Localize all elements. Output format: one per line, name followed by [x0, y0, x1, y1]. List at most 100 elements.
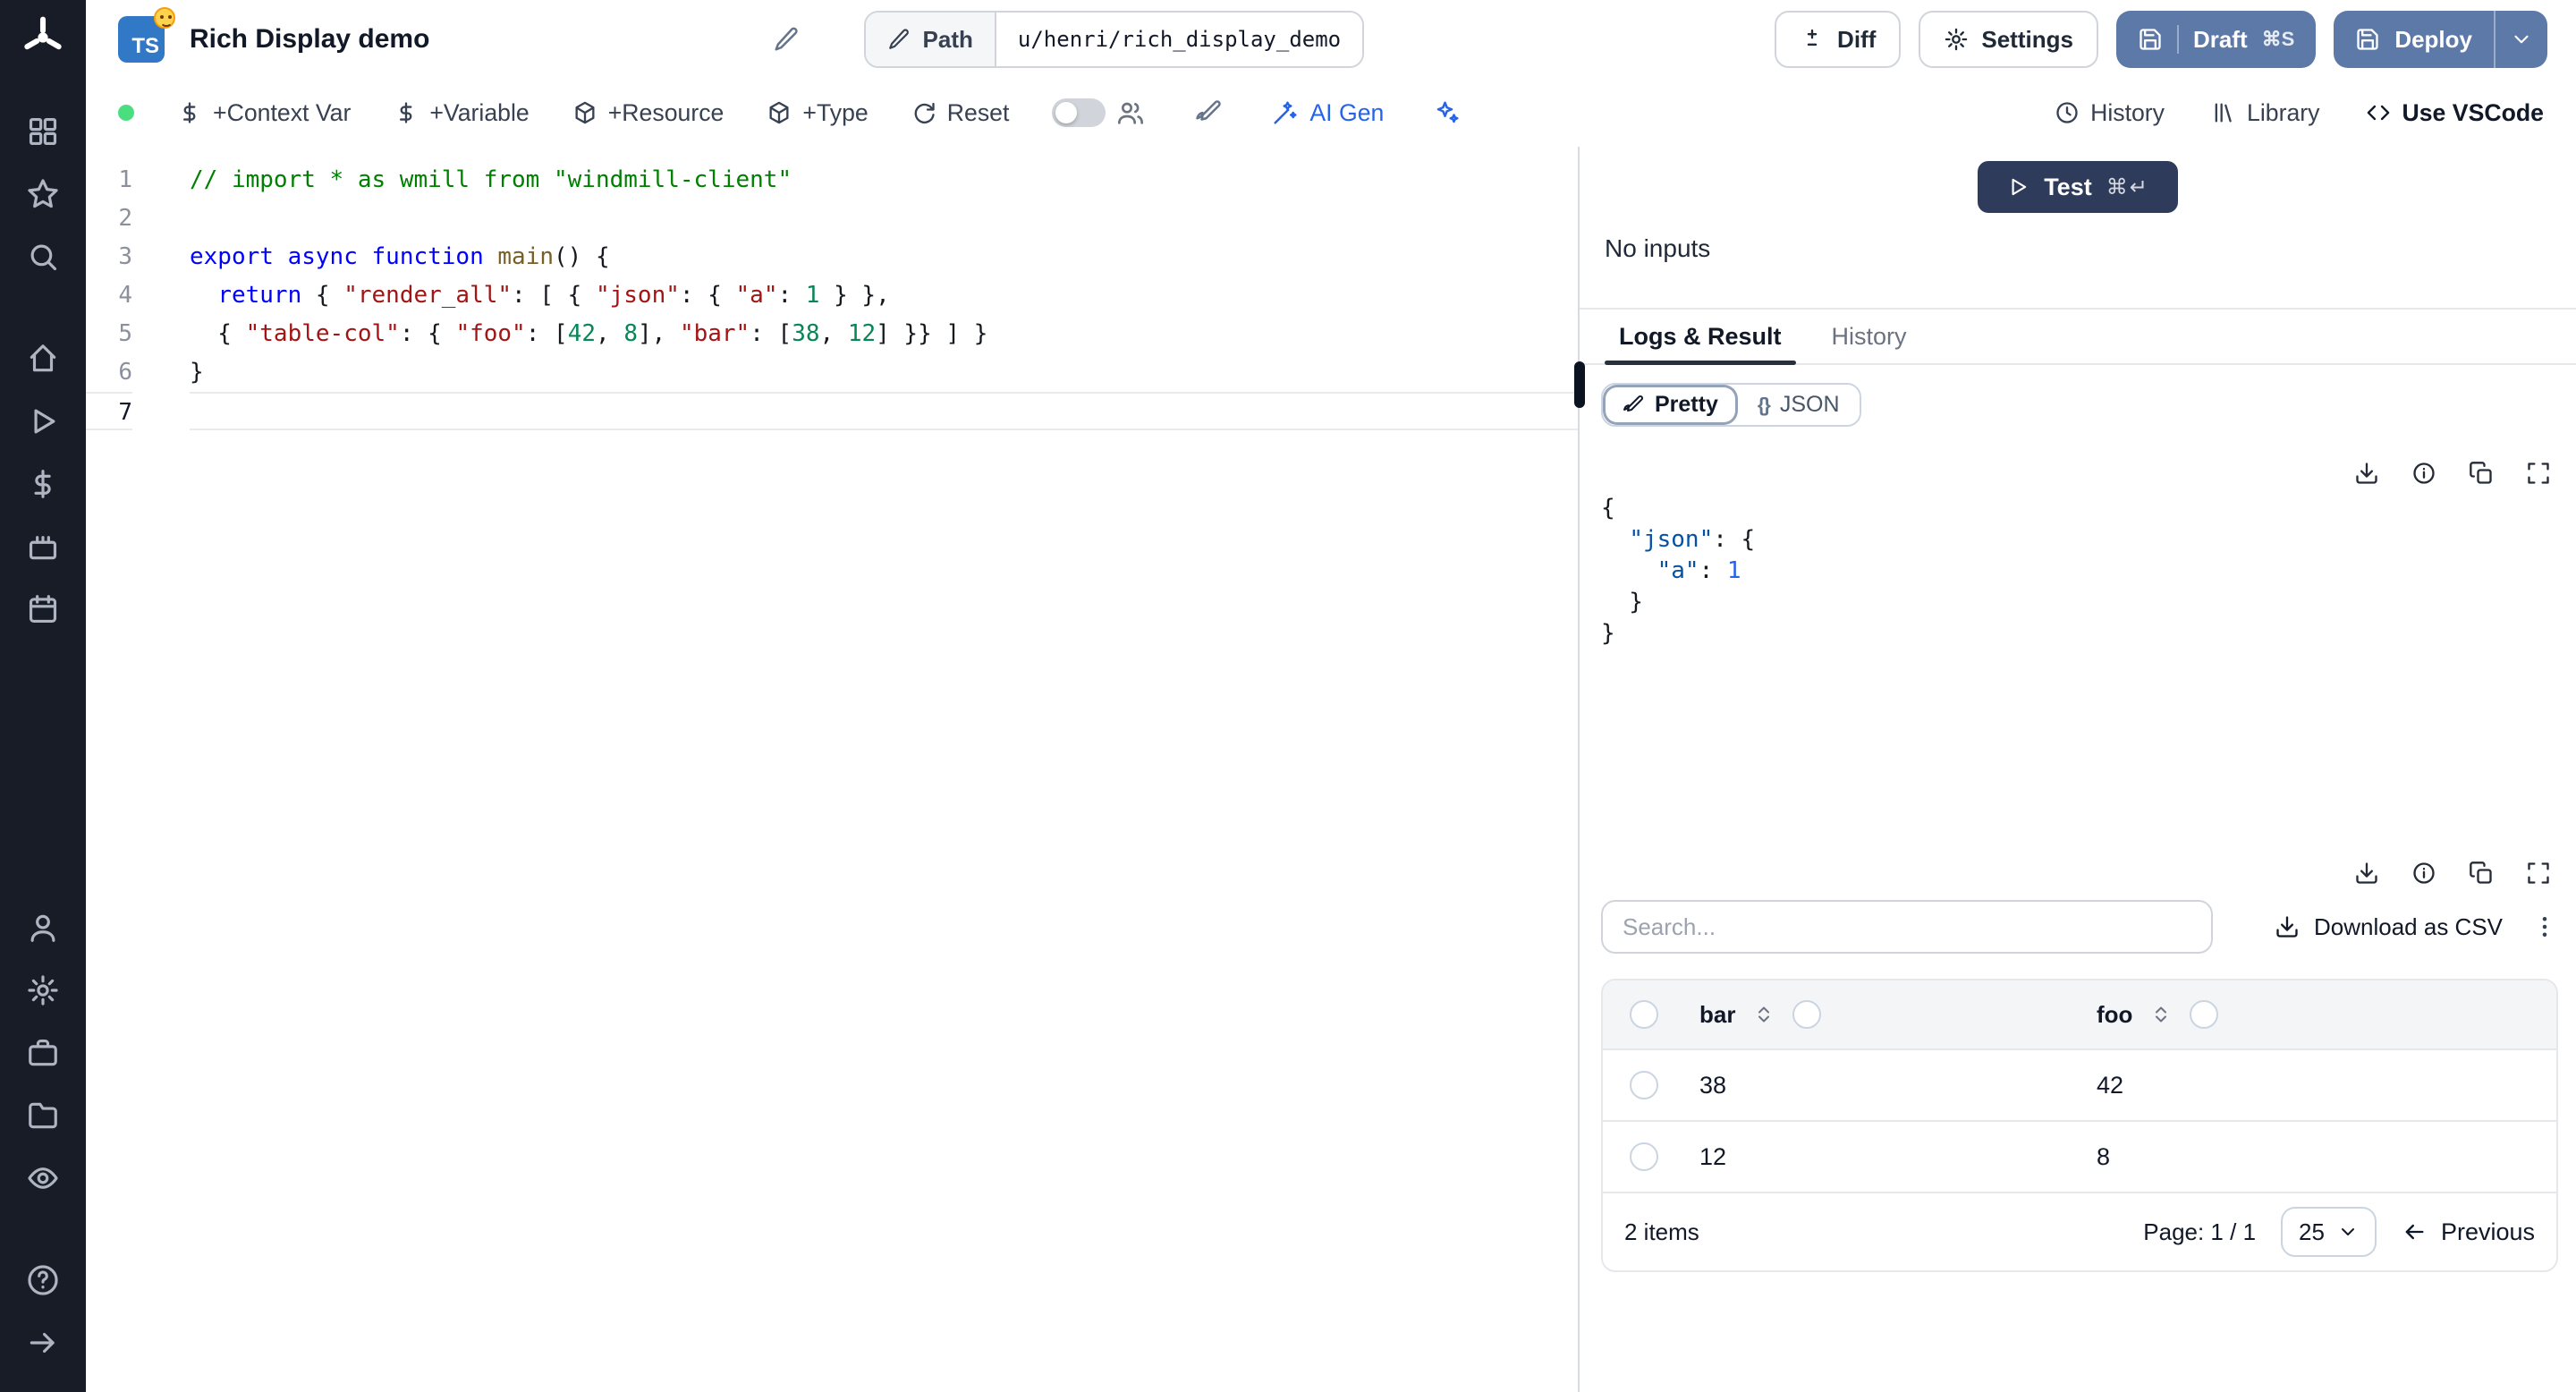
- variables-dollar-icon[interactable]: [0, 453, 86, 515]
- ai-gen-label: AI Gen: [1309, 98, 1385, 126]
- pencil-icon: [888, 29, 909, 49]
- dollar-icon: [183, 102, 196, 123]
- info-table-button[interactable]: [2411, 861, 2436, 886]
- kebab-icon: [2542, 917, 2547, 937]
- table-menu-button[interactable]: [2531, 913, 2558, 940]
- test-button[interactable]: Test ⌘↵: [1978, 161, 2178, 213]
- previous-page-button[interactable]: Previous: [2402, 1218, 2535, 1246]
- edit-path-button[interactable]: Path: [865, 13, 996, 66]
- items-count: 2 items: [1624, 1218, 1699, 1245]
- select-all-checkbox[interactable]: [1630, 1000, 1658, 1029]
- workers-briefcase-icon[interactable]: [0, 1022, 86, 1084]
- resources-brick-icon[interactable]: [0, 515, 86, 578]
- add-variable-button[interactable]: +Variable: [394, 98, 530, 127]
- dollar-icon: [400, 102, 412, 123]
- windmill-logo-icon[interactable]: [20, 14, 66, 61]
- expand-sidebar-arrow-icon[interactable]: [0, 1311, 86, 1374]
- folders-icon[interactable]: [0, 1084, 86, 1147]
- use-vscode-button[interactable]: Use VSCode: [2366, 99, 2544, 127]
- tab-history[interactable]: History: [1807, 310, 1932, 363]
- settings-button[interactable]: Settings: [1919, 11, 2098, 68]
- code-line: { "table-col": { "foo": [42, 8], "bar": …: [190, 320, 988, 347]
- history-button[interactable]: History: [2055, 99, 2165, 127]
- json-toggle[interactable]: { } JSON: [1737, 385, 1860, 425]
- search-icon[interactable]: [0, 225, 86, 288]
- row-checkbox[interactable]: [1630, 1071, 1658, 1099]
- table-footer: 2 items Page: 1 / 1 25 Previous: [1603, 1192, 2556, 1270]
- download-table-button[interactable]: [2354, 861, 2379, 886]
- column-foo-checkbox[interactable]: [2190, 1000, 2219, 1029]
- library-button[interactable]: Library: [2211, 99, 2319, 127]
- path-value[interactable]: u/henri/rich_display_demo: [996, 13, 1363, 66]
- audit-eye-icon[interactable]: [0, 1147, 86, 1210]
- add-resource-button[interactable]: +Resource: [572, 99, 724, 127]
- deploy-label: Deploy: [2394, 25, 2472, 53]
- tab-logs-result[interactable]: Logs & Result: [1594, 310, 1807, 365]
- deploy-button[interactable]: Deploy: [2334, 11, 2494, 68]
- settings-label: Settings: [1981, 25, 2073, 53]
- code-editor[interactable]: 1 2 3 4 5 6 7 // import * as wmill from "windm…: [86, 147, 1578, 1392]
- add-context-var-button[interactable]: +Context Var: [177, 99, 351, 127]
- resource-label: +Resource: [607, 98, 724, 126]
- expand-table-button[interactable]: [2526, 861, 2551, 886]
- add-type-button[interactable]: +Type: [767, 99, 869, 127]
- copy-table-button[interactable]: [2469, 861, 2494, 886]
- apps-grid-icon[interactable]: [0, 100, 86, 163]
- code-line: // import * as wmill from "windmill-clie…: [190, 166, 792, 193]
- use-vscode-label: Use VSCode: [2402, 98, 2544, 126]
- column-header-foo[interactable]: foo: [2097, 1001, 2132, 1029]
- info-button[interactable]: [2411, 461, 2436, 486]
- download-result-button[interactable]: [2354, 461, 2379, 486]
- row-checkbox[interactable]: [1630, 1142, 1658, 1171]
- refresh-icon: [914, 102, 935, 123]
- pane-resize-handle[interactable]: [1574, 361, 1585, 408]
- line-number: 3: [118, 243, 132, 270]
- diff-button[interactable]: Diff: [1775, 11, 1902, 68]
- collab-toggle[interactable]: [1052, 98, 1106, 127]
- edit-summary-button[interactable]: [766, 19, 807, 60]
- table-row[interactable]: 12 8: [1603, 1120, 2556, 1192]
- save-draft-button[interactable]: Draft ⌘S: [2115, 11, 2317, 68]
- result-table: bar foo 38 42 12 8 2 items Page: 1 / 1 2…: [1601, 979, 2558, 1272]
- pretty-toggle[interactable]: Pretty: [1603, 385, 1738, 425]
- variable-label: +Variable: [429, 98, 530, 126]
- code-line: }: [190, 359, 204, 386]
- help-icon[interactable]: [0, 1249, 86, 1311]
- json-label: JSON: [1779, 392, 1840, 417]
- reset-button[interactable]: Reset: [911, 99, 1009, 127]
- sort-foo-button[interactable]: [2150, 1004, 2172, 1025]
- table-row[interactable]: 38 42: [1603, 1048, 2556, 1120]
- runs-play-icon[interactable]: [0, 390, 86, 453]
- home-icon[interactable]: [0, 327, 86, 390]
- copy-result-button[interactable]: [2469, 461, 2494, 486]
- emoji-badge-icon: [154, 7, 175, 29]
- column-bar-checkbox[interactable]: [1792, 1000, 1822, 1029]
- expand-result-button[interactable]: [2526, 461, 2551, 486]
- deploy-split-button: Deploy: [2334, 11, 2547, 68]
- result-tabs: Logs & Result History: [1580, 308, 2576, 365]
- search-input[interactable]: [1601, 900, 2213, 954]
- favorites-star-icon[interactable]: [0, 163, 86, 225]
- sparkles-button[interactable]: [1427, 92, 1468, 133]
- test-shortcut: ⌘↵: [2106, 174, 2149, 199]
- users-person-icon[interactable]: [0, 896, 86, 959]
- history-label: History: [2090, 98, 2165, 126]
- sort-bar-button[interactable]: [1753, 1004, 1775, 1025]
- page-size-select[interactable]: 25: [2281, 1207, 2377, 1257]
- schedules-calendar-icon[interactable]: [0, 578, 86, 641]
- settings-gear-icon[interactable]: [0, 959, 86, 1022]
- info-icon: [2413, 463, 2435, 484]
- download-csv-button[interactable]: Download as CSV: [2275, 913, 2503, 941]
- expand-icon: [2528, 463, 2549, 484]
- sort-updown-icon: [2156, 1006, 2167, 1023]
- braces-icon: { }: [1757, 393, 1771, 416]
- format-brush-button[interactable]: [1188, 92, 1229, 133]
- info-icon: [2413, 862, 2435, 884]
- result-json[interactable]: { "json": { "a": 1 }}: [1601, 493, 2562, 649]
- column-header-bar[interactable]: bar: [1699, 1001, 1735, 1029]
- table-header: bar foo: [1603, 980, 2556, 1048]
- ai-gen-button[interactable]: AI Gen: [1272, 99, 1384, 127]
- library-label: Library: [2247, 98, 2320, 126]
- deploy-more-button[interactable]: [2494, 11, 2547, 68]
- code-lines[interactable]: // import * as wmill from "windmill-clie…: [157, 161, 1578, 1392]
